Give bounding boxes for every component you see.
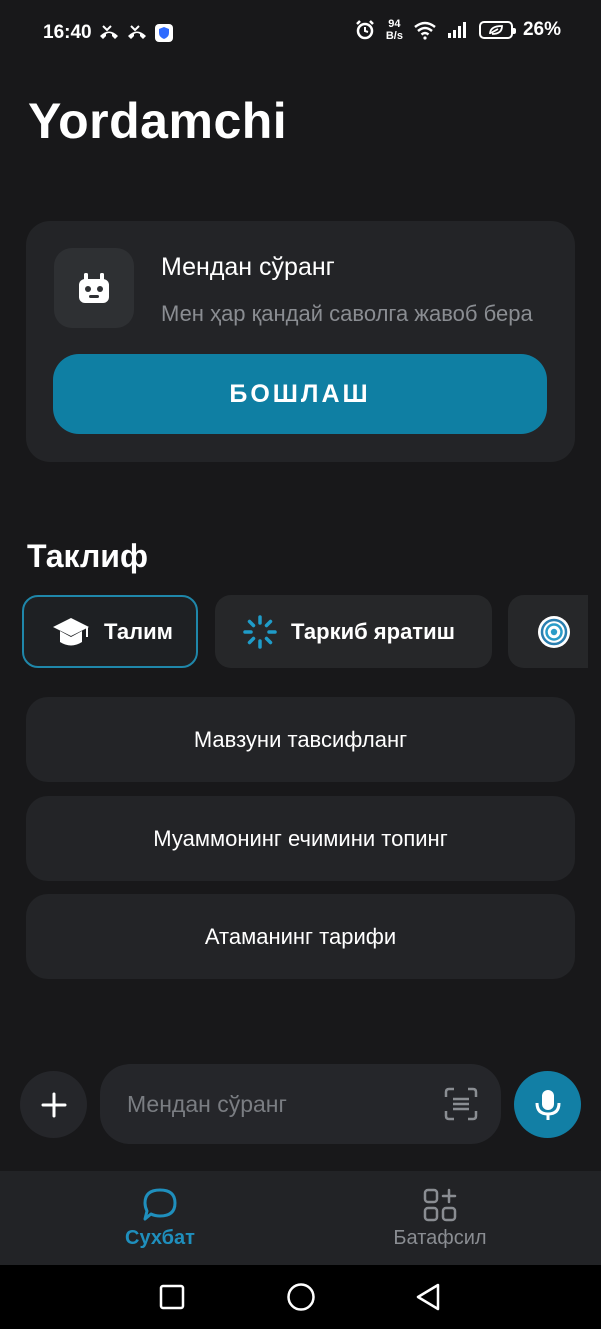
signal-icon	[447, 22, 466, 38]
system-navigation	[0, 1265, 601, 1329]
robot-icon	[79, 273, 109, 303]
suggestion-chips: Талим Таркиб яратиш	[22, 595, 588, 669]
page-title: Yordamchi	[28, 93, 288, 149]
circle-icon	[287, 1283, 315, 1311]
plus-icon	[41, 1092, 66, 1117]
app-screen: 16:40 94 B/s 26% Yordamchi Мендан сўранг…	[0, 0, 601, 1329]
bottom-navigation: Сухбат Батафсил	[0, 1171, 601, 1265]
alarm-icon	[355, 20, 374, 40]
recents-button[interactable]	[156, 1281, 188, 1313]
network-speed-unit: B/s	[385, 30, 403, 42]
chip-target[interactable]	[508, 595, 588, 668]
status-bar: 16:40 94 B/s 26%	[0, 0, 601, 70]
chip-talim[interactable]: Талим	[22, 595, 198, 668]
triangle-back-icon	[416, 1283, 440, 1311]
ask-card[interactable]: Мендан сўранг Мен ҳар қандай саволга жав…	[26, 221, 575, 462]
message-composer	[100, 1064, 501, 1144]
microphone-icon	[535, 1089, 560, 1120]
prompt-term-definition[interactable]: Атаманинг тарифи	[26, 894, 575, 979]
nav-label: Батафсил	[393, 1227, 487, 1249]
chip-label: Таркиб яратиш	[291, 618, 455, 644]
start-button[interactable]: БОШЛАШ	[53, 354, 547, 434]
nav-item-chat[interactable]: Сухбат	[60, 1187, 260, 1250]
ask-card-title: Мендан сўранг	[161, 253, 335, 281]
chip-label: Талим	[104, 618, 173, 644]
prompt-find-solution[interactable]: Муаммонинг ечимини топинг	[26, 796, 575, 881]
ask-card-subtitle: Мен ҳар қандай саволга жавоб бера	[161, 301, 533, 326]
home-button[interactable]	[285, 1281, 317, 1313]
bot-avatar	[54, 248, 134, 328]
add-attachment-button[interactable]	[20, 1071, 87, 1138]
sparkle-spinner-icon	[243, 614, 277, 649]
scan-text-icon[interactable]	[443, 1086, 479, 1122]
missed-call-icon	[128, 25, 146, 39]
status-right: 94 B/s 26%	[354, 18, 561, 42]
network-speed: 94 B/s	[386, 18, 403, 42]
network-speed-value: 94	[388, 18, 401, 30]
grid-plus-icon	[423, 1188, 457, 1222]
nav-label: Сухбат	[125, 1227, 195, 1249]
battery-percent: 26%	[522, 19, 561, 40]
status-left-icons	[98, 23, 174, 43]
nav-item-more[interactable]: Батафсил	[340, 1187, 540, 1250]
prompt-describe-topic[interactable]: Мавзуни тавсифланг	[26, 697, 575, 782]
voice-input-button[interactable]	[514, 1071, 581, 1138]
chat-bubble-icon	[143, 1188, 177, 1221]
shield-icon	[155, 24, 173, 42]
square-icon	[159, 1284, 185, 1310]
missed-call-icon	[100, 25, 118, 39]
back-button[interactable]	[412, 1281, 444, 1313]
message-input[interactable]	[100, 1064, 430, 1144]
wifi-icon	[414, 21, 436, 40]
chip-content-creation[interactable]: Таркиб яратиш	[215, 595, 492, 668]
suggestions-title: Таклиф	[27, 538, 148, 574]
status-time: 16:40	[43, 22, 92, 43]
graduation-cap-icon	[53, 617, 89, 645]
battery-icon	[478, 21, 516, 39]
target-icon	[538, 615, 570, 648]
